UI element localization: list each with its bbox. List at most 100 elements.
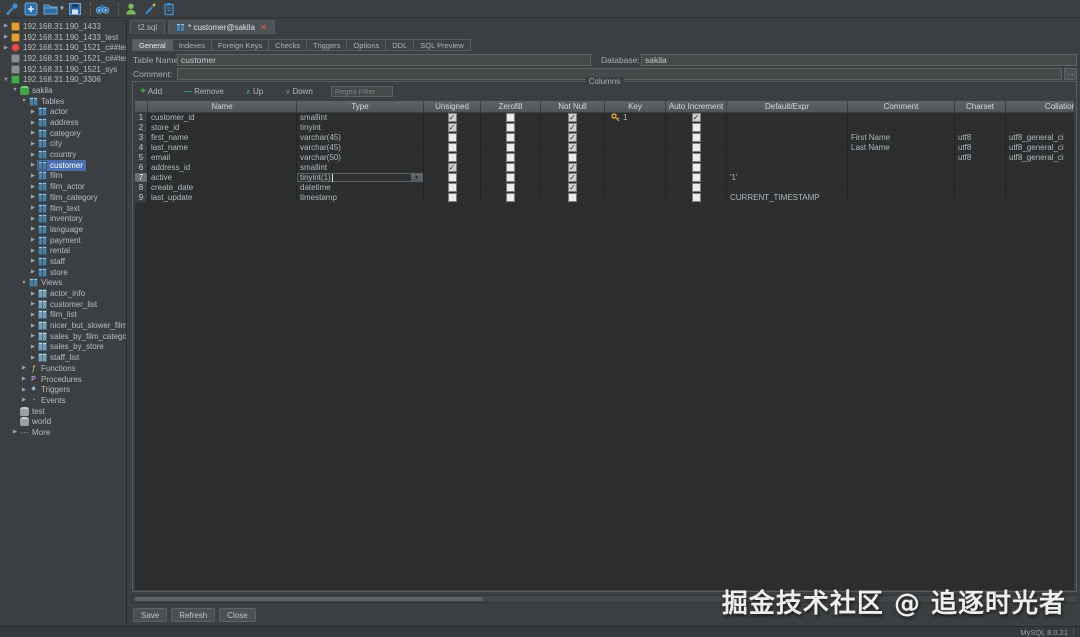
zerofill-checkbox[interactable] (506, 143, 515, 152)
zerofill-checkbox[interactable] (506, 153, 515, 162)
zerofill-checkbox[interactable] (506, 193, 515, 202)
cell-charset[interactable] (955, 113, 1006, 123)
row-number[interactable]: 8 (135, 183, 148, 193)
tree-item[interactable]: 192.168.31.190_3306 (0, 74, 126, 85)
cell-charset[interactable]: utf8 (955, 133, 1006, 143)
cell-key[interactable] (605, 133, 666, 143)
notnull-checkbox[interactable] (568, 173, 577, 182)
cell-comment[interactable]: Last Name (848, 143, 955, 153)
tree-item[interactable]: nicer_but_slower_film_list (0, 320, 126, 331)
move-down-button[interactable]: ∨ Down (281, 87, 317, 96)
autoincrement-checkbox[interactable] (692, 133, 701, 142)
column-header[interactable]: Collation (1006, 101, 1074, 113)
cell-name[interactable]: active (148, 173, 297, 183)
tree-item[interactable]: 192.168.31.190_1521_c##test1 (0, 42, 126, 53)
column-header[interactable]: Not Null (541, 101, 605, 113)
tree-item-body[interactable]: test (19, 406, 48, 417)
tree-item-body[interactable]: Tables (28, 96, 67, 107)
cell-autoincrement[interactable] (666, 173, 727, 183)
expand-arrow-icon[interactable] (20, 280, 28, 286)
tree-item[interactable]: film_list (0, 310, 126, 321)
zerofill-checkbox[interactable] (506, 133, 515, 142)
notnull-checkbox[interactable] (568, 163, 577, 172)
cell-collation[interactable] (1006, 163, 1074, 173)
tree-item[interactable]: film (0, 171, 126, 182)
cell-zerofill[interactable] (481, 193, 541, 203)
tree-item[interactable]: city (0, 139, 126, 150)
tree-item-body[interactable]: inventory (37, 213, 85, 224)
cell-autoincrement[interactable] (666, 133, 727, 143)
autoincrement-checkbox[interactable] (692, 163, 701, 172)
cell-default[interactable]: '1' (727, 173, 848, 183)
tree-item-body[interactable]: Functions (28, 363, 79, 374)
cell-charset[interactable]: utf8 (955, 153, 1006, 163)
tree-item[interactable]: customer (0, 160, 126, 171)
expand-arrow-icon[interactable] (20, 397, 28, 403)
cell-type[interactable]: smallint ▼ (297, 163, 424, 173)
tab-t2-sql[interactable]: t2.sql (130, 20, 165, 34)
cell-zerofill[interactable] (481, 113, 541, 123)
user-icon[interactable] (123, 1, 139, 16)
autoincrement-checkbox[interactable] (692, 123, 701, 132)
expand-arrow-icon[interactable] (29, 216, 37, 222)
tree-item-body[interactable]: customer (37, 160, 86, 171)
cell-zerofill[interactable] (481, 143, 541, 153)
cell-default[interactable] (727, 183, 848, 193)
tree-item[interactable]: test (0, 406, 126, 417)
tree-item[interactable]: 192.168.31.190_1521_sys (0, 64, 126, 75)
tree-item[interactable]: 192.168.31.190_1433_test (0, 32, 126, 43)
cell-type[interactable]: tinyint(1) ▼ (297, 173, 424, 183)
cell-type[interactable]: datetime ▼ (297, 183, 424, 193)
tree-item-body[interactable]: language (37, 224, 86, 235)
cell-collation[interactable] (1006, 193, 1074, 203)
tree-item-body[interactable]: 192.168.31.190_3306 (10, 74, 104, 85)
zerofill-checkbox[interactable] (506, 163, 515, 172)
cell-autoincrement[interactable] (666, 113, 727, 123)
zerofill-checkbox[interactable] (506, 173, 515, 182)
column-header[interactable]: Charset (955, 101, 1006, 113)
expand-arrow-icon[interactable] (29, 152, 37, 158)
close-button[interactable]: Close (219, 608, 255, 622)
notnull-checkbox[interactable] (568, 193, 577, 202)
open-folder-icon[interactable] (42, 1, 58, 16)
save-icon[interactable] (67, 1, 83, 16)
expand-arrow-icon[interactable] (29, 291, 37, 297)
cell-type[interactable]: smallint ▼ (297, 113, 424, 123)
add-column-button[interactable]: + Add (136, 86, 166, 97)
row-number[interactable]: 4 (135, 143, 148, 153)
cell-collation[interactable] (1006, 113, 1074, 123)
cell-unsigned[interactable] (424, 133, 481, 143)
cell-default[interactable] (727, 143, 848, 153)
column-row[interactable]: 7 active tinyint(1) ▼ (135, 173, 1074, 183)
tree-item-body[interactable]: payment (37, 235, 84, 246)
expand-arrow-icon[interactable] (29, 184, 37, 190)
tree-item[interactable]: staff_list (0, 352, 126, 363)
expand-arrow-icon[interactable] (20, 376, 28, 382)
expand-arrow-icon[interactable] (29, 323, 37, 329)
expand-arrow-icon[interactable] (29, 248, 37, 254)
tree-item[interactable]: payment (0, 235, 126, 246)
expand-arrow-icon[interactable] (2, 77, 10, 83)
cell-default[interactable] (727, 153, 848, 163)
column-header[interactable]: Auto Increment (666, 101, 727, 113)
expand-arrow-icon[interactable] (29, 120, 37, 126)
tree-item[interactable]: Functions (0, 363, 126, 374)
tree-item-body[interactable]: category (37, 128, 84, 139)
tree-item-body[interactable]: actor_info (37, 288, 88, 299)
autoincrement-checkbox[interactable] (692, 113, 701, 122)
tree-item[interactable]: Triggers (0, 384, 126, 395)
expand-arrow-icon[interactable] (20, 98, 28, 104)
expand-arrow-icon[interactable] (29, 344, 37, 350)
cell-zerofill[interactable] (481, 153, 541, 163)
remove-column-button[interactable]: — Remove (180, 87, 228, 96)
tree-item[interactable]: film_category (0, 192, 126, 203)
row-number[interactable]: 9 (135, 193, 148, 203)
cell-key[interactable] (605, 143, 666, 153)
tree-item-body[interactable]: film_category (37, 192, 101, 203)
tree-item-body[interactable]: customer_list (37, 299, 100, 310)
cell-comment[interactable] (848, 163, 955, 173)
subtab[interactable]: General (132, 39, 173, 51)
column-header[interactable]: Key (605, 101, 666, 113)
cell-charset[interactable] (955, 173, 1006, 183)
zerofill-checkbox[interactable] (506, 183, 515, 192)
